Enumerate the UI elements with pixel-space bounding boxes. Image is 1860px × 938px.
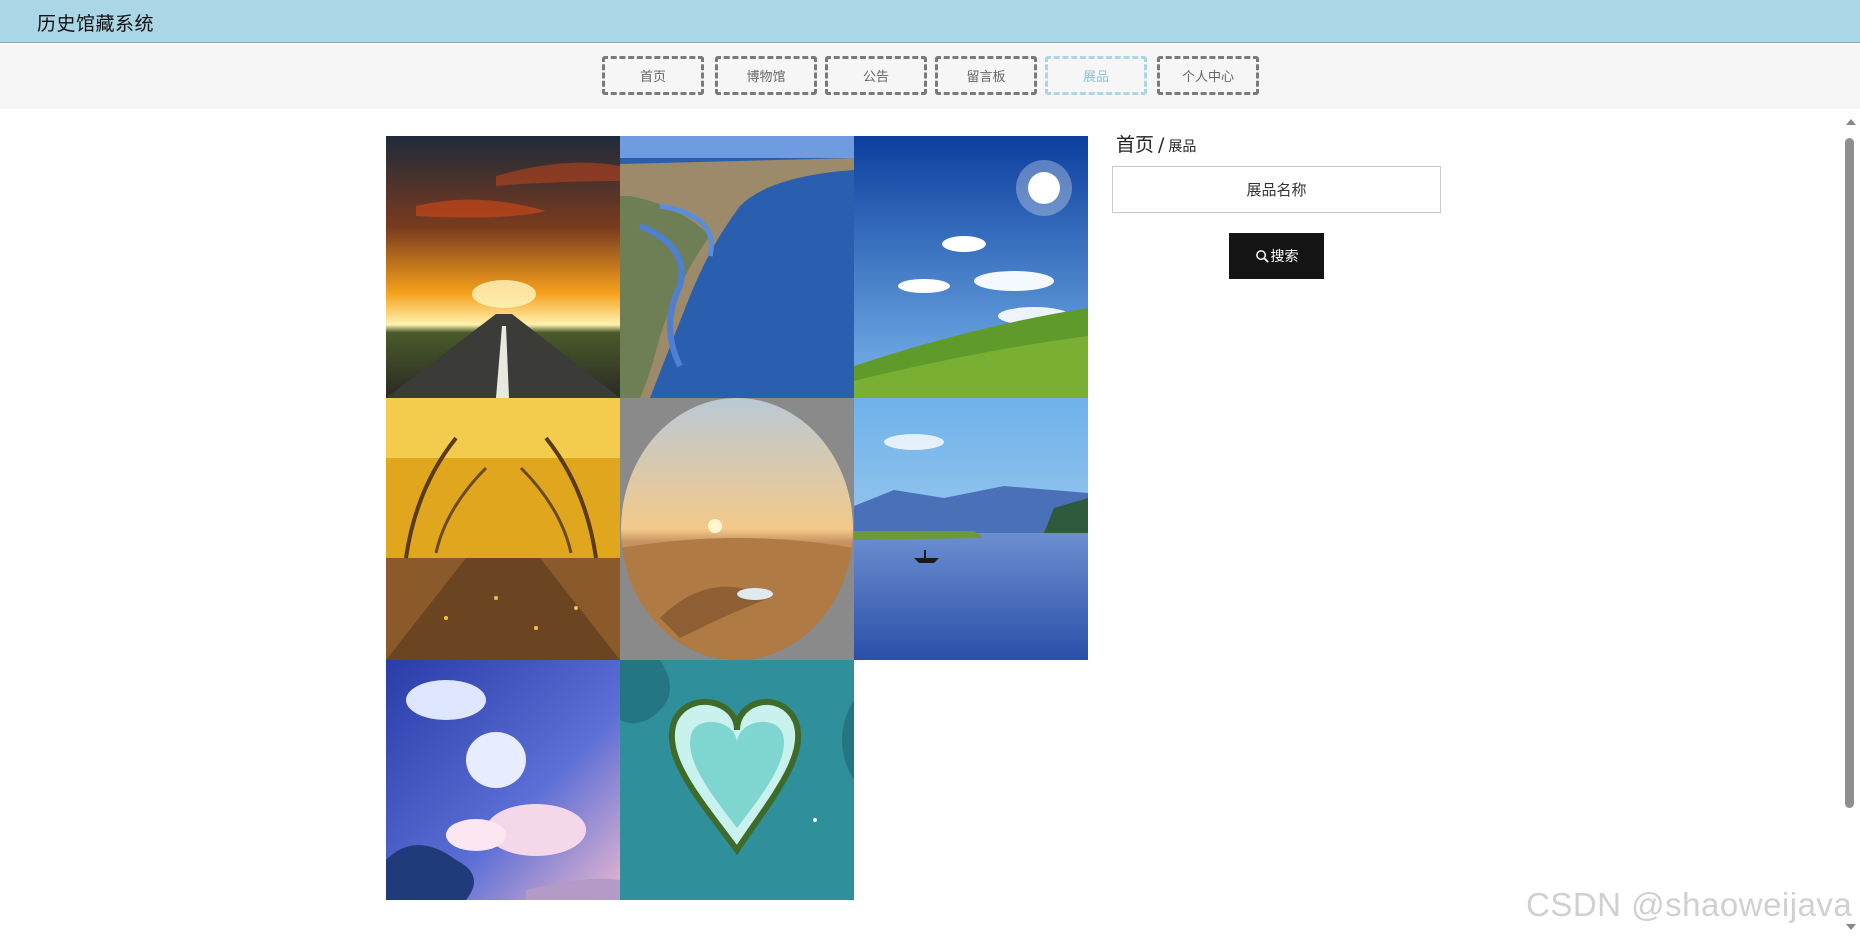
scroll-thumb[interactable] [1845, 138, 1854, 808]
nav-item-profile[interactable]: 个人中心 [1157, 56, 1259, 95]
app-title: 历史馆藏系统 [37, 13, 155, 35]
lake-boat-image[interactable] [854, 398, 1088, 660]
breadcrumb-separator: / [1158, 134, 1165, 156]
top-header: 历史馆藏系统 [0, 0, 1860, 43]
breadcrumb-current: 展品 [1168, 139, 1197, 155]
nav-item-notice[interactable]: 公告 [825, 56, 927, 95]
river-delta-image[interactable] [620, 136, 854, 398]
desert-oasis-image[interactable] [620, 398, 854, 660]
search-button[interactable]: 搜索 [1229, 233, 1324, 279]
nav-item-exhibits[interactable]: 展品 [1045, 56, 1147, 95]
search-icon [1255, 249, 1270, 264]
scroll-up-arrow-icon[interactable] [1846, 119, 1856, 125]
nav-item-museum[interactable]: 博物馆 [715, 56, 817, 95]
anime-sky-image[interactable] [386, 660, 620, 900]
vertical-scrollbar[interactable] [1843, 109, 1860, 938]
watermark: CSDN @shaoweijava [1526, 886, 1853, 923]
main-nav: 首页 博物馆 公告 留言板 展品 个人中心 [0, 44, 1860, 109]
heart-island-image[interactable] [620, 660, 854, 900]
breadcrumb: 首页 / 展品 [1116, 130, 1196, 157]
sunny-meadow-image[interactable] [854, 136, 1088, 398]
nav-item-home[interactable]: 首页 [602, 56, 704, 95]
exhibit-name-search-input[interactable] [1112, 166, 1441, 213]
sunset-road-image[interactable] [386, 136, 620, 398]
search-button-label: 搜索 [1270, 249, 1299, 265]
breadcrumb-home[interactable]: 首页 [1116, 134, 1154, 156]
scroll-down-arrow-icon[interactable] [1846, 924, 1856, 930]
nav-item-message-board[interactable]: 留言板 [935, 56, 1037, 95]
autumn-trees-image[interactable] [386, 398, 620, 660]
